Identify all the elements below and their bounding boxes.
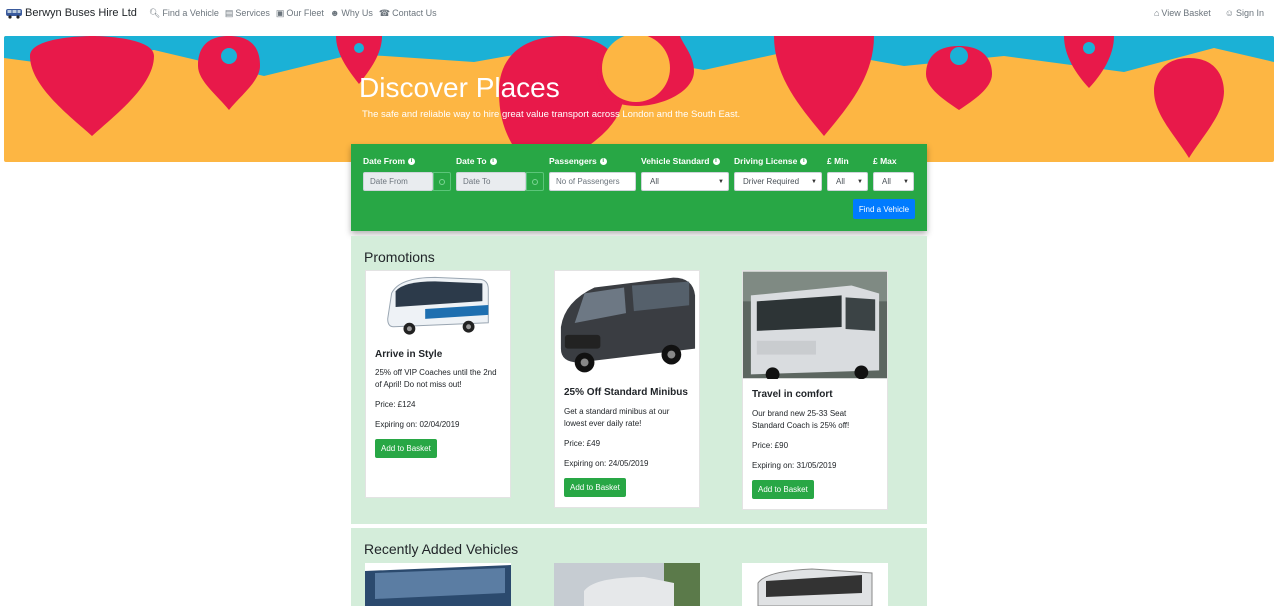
card-description: Get a standard minibus at our lowest eve…	[564, 407, 670, 428]
info-icon[interactable]: i	[489, 157, 497, 165]
add-to-basket-button[interactable]: Add to Basket	[752, 480, 814, 499]
list-icon: ▤	[224, 7, 234, 18]
card-expiry: Expiring on: 31/05/2019	[752, 461, 837, 470]
card-expiry: Expiring on: 02/04/2019	[375, 420, 460, 429]
vip-coach-image	[366, 271, 510, 343]
card-title: Travel in comfort	[752, 389, 833, 400]
nav-right: ⌂ View Basket ☺ Sign In	[1154, 8, 1270, 18]
recent-vehicle-image	[742, 563, 888, 606]
date-to-input[interactable]: Date To	[456, 172, 526, 191]
info-icon[interactable]: i	[599, 157, 607, 165]
min-price-field: £ Min	[827, 156, 849, 166]
caret-down-icon: ▼	[811, 179, 817, 185]
info-icon[interactable]: i	[408, 157, 416, 165]
vehicle-standard-select[interactable]: All ▼	[641, 172, 729, 191]
nav-our-fleet[interactable]: ▣ Our Fleet	[276, 8, 324, 19]
card-description: Our brand new 25-33 Seat Standard Coach …	[752, 409, 850, 430]
driving-license-field: Driving License i	[734, 156, 808, 166]
recent-vehicles-section: Recently Added Vehicles	[351, 528, 927, 606]
recent-vehicle-image	[365, 563, 511, 606]
min-price-select[interactable]: All ▼	[827, 172, 868, 191]
brand[interactable]: Berwyn Buses Hire Ltd	[6, 7, 137, 19]
promotions-title: Promotions	[364, 249, 435, 265]
bus-icon: ▣	[275, 7, 285, 18]
passengers-field: Passengers i	[549, 156, 607, 166]
nav-services[interactable]: ▤ Services	[225, 8, 270, 19]
phone-icon: ☎	[378, 7, 391, 18]
calendar-icon[interactable]	[433, 172, 451, 191]
brand-name: Berwyn Buses Hire Ltd	[25, 7, 137, 19]
nav-view-basket[interactable]: ⌂ View Basket	[1154, 8, 1211, 18]
basket-icon: ⌂	[1153, 8, 1160, 18]
promo-card: Arrive in Style 25% off VIP Coaches unti…	[365, 270, 511, 498]
top-navbar: Berwyn Buses Hire Ltd 🔍︎ Find a Vehicle …	[0, 0, 1280, 26]
promo-card: 25% Off Standard Minibus Get a standard …	[554, 270, 700, 508]
date-from-field: Date From i	[363, 156, 416, 166]
hero-subtitle: The safe and reliable way to hire great …	[362, 109, 741, 120]
card-expiry: Expiring on: 24/05/2019	[564, 459, 649, 468]
caret-down-icon: ▼	[857, 179, 863, 185]
card-title: Arrive in Style	[375, 349, 443, 360]
card-description: 25% off VIP Coaches until the 2nd of Apr…	[375, 368, 497, 389]
hero-title: Discover Places	[359, 72, 560, 103]
max-price-field: £ Max	[873, 156, 897, 166]
card-price: Price: £90	[752, 441, 789, 450]
passengers-input[interactable]: No of Passengers	[549, 172, 636, 191]
recent-title: Recently Added Vehicles	[364, 541, 519, 557]
calendar-icon[interactable]	[526, 172, 544, 191]
add-to-basket-button[interactable]: Add to Basket	[375, 439, 437, 458]
max-price-select[interactable]: All ▼	[873, 172, 914, 191]
date-to-field: Date To i	[456, 156, 497, 166]
add-to-basket-button[interactable]: Add to Basket	[564, 478, 626, 497]
bus-logo-icon	[6, 9, 22, 19]
recent-vehicle-image	[554, 563, 700, 606]
card-title: 25% Off Standard Minibus	[564, 387, 688, 398]
minibus-image	[555, 271, 699, 377]
info-icon[interactable]: i	[800, 157, 808, 165]
user-icon: ☺	[1224, 8, 1234, 18]
card-price: Price: £49	[564, 439, 601, 448]
driving-license-select[interactable]: Driver Required ▼	[734, 172, 822, 191]
promo-card: Travel in comfort Our brand new 25-33 Se…	[742, 270, 888, 510]
standard-coach-image	[743, 271, 887, 379]
nav-why-us[interactable]: ☻ Why Us	[330, 8, 373, 18]
search-icon: 🔍︎	[148, 7, 161, 18]
users-icon: ☻	[329, 8, 340, 18]
date-from-input[interactable]: Date From	[363, 172, 433, 191]
nav-contact-us[interactable]: ☎ Contact Us	[379, 8, 437, 19]
vehicle-search-form: Date From i Date From Date To i Date To Pa…	[351, 144, 927, 231]
caret-down-icon: ▼	[903, 179, 909, 185]
nav-sign-in[interactable]: ☺ Sign In	[1225, 8, 1264, 18]
promotions-section: Promotions Arrive in Style 25% off VIP C…	[351, 236, 927, 524]
find-vehicle-button[interactable]: Find a Vehicle	[853, 199, 915, 219]
info-icon[interactable]: i	[712, 157, 720, 165]
caret-down-icon: ▼	[718, 179, 724, 185]
nav-find-vehicle[interactable]: 🔍︎ Find a Vehicle	[149, 8, 219, 19]
card-price: Price: £124	[375, 400, 416, 409]
vehicle-standard-field: Vehicle Standard i	[641, 156, 720, 166]
